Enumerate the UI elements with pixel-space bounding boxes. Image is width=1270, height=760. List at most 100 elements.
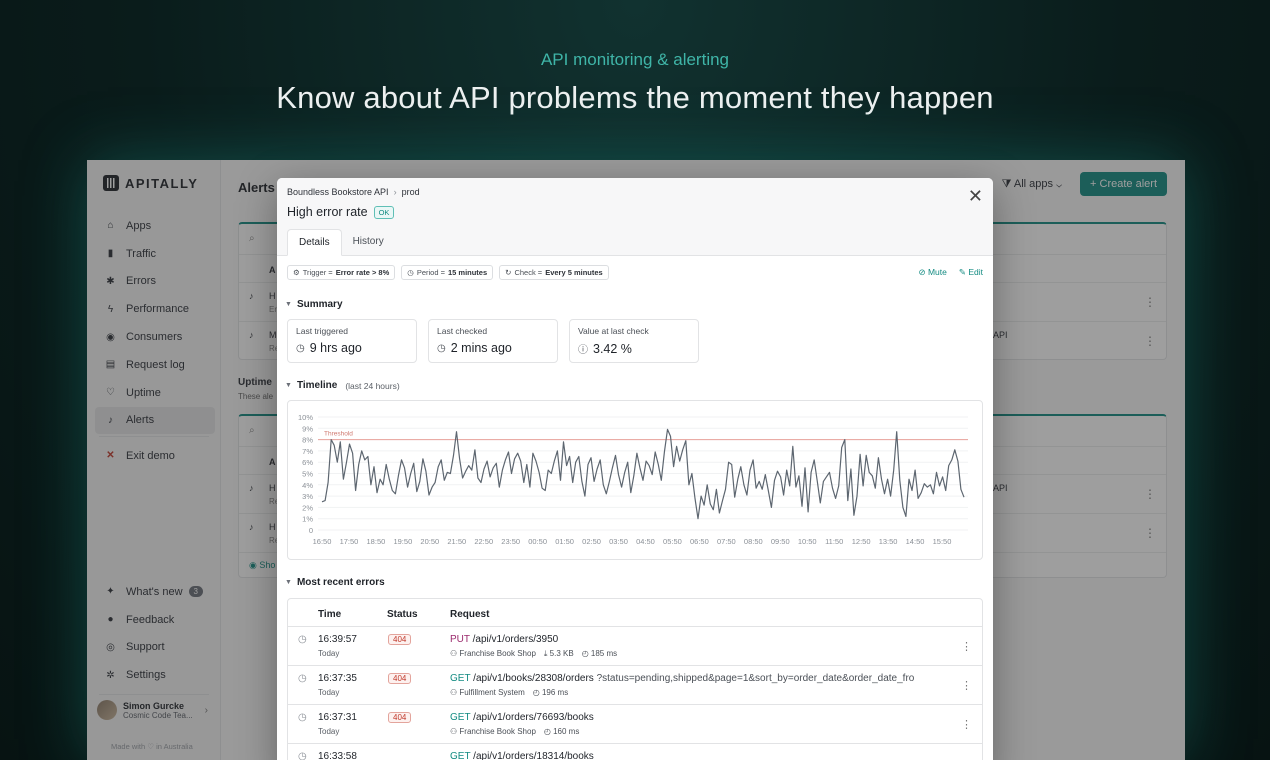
request-line: GET /api/v1/orders/18314/books xyxy=(450,751,950,760)
stat-last-checked: Last checked ◷ 2 mins ago xyxy=(428,319,558,363)
error-day: Today xyxy=(318,688,340,697)
table-row[interactable]: ◷ 16:37:35 Today 404 GET /api/v1/books/2… xyxy=(288,666,982,705)
request-meta: ⚇ Fulfillment System ◴ 196 ms xyxy=(450,688,568,697)
alert-detail-modal: Boundless Bookstore API › prod High erro… xyxy=(277,178,993,760)
pill-value: Error rate > 8% xyxy=(335,268,390,277)
error-time: 16:37:31 xyxy=(318,712,357,723)
timer-icon: ◴ xyxy=(543,727,554,736)
x-tick-label: 05:50 xyxy=(663,537,682,546)
y-tick-label: 3% xyxy=(302,492,313,501)
x-tick-label: 18:50 xyxy=(367,537,386,546)
tab-bar: Details History xyxy=(287,229,395,256)
y-tick-label: 7% xyxy=(302,447,313,456)
error-time: 16:39:57 xyxy=(318,634,357,645)
clock-icon: ◷ xyxy=(298,634,307,645)
alert-config-pills: ⚙ Trigger = Error rate > 8% ◷ Period = 15 mi… xyxy=(287,265,609,280)
consumer-name: Fulfillment System xyxy=(459,688,525,697)
y-tick-label: 9% xyxy=(302,424,313,433)
summary-section-toggle[interactable]: ▼ Summary xyxy=(285,299,343,310)
x-tick-label: 16:50 xyxy=(313,537,332,546)
breadcrumb-env: prod xyxy=(401,187,420,197)
pill-value: Every 5 minutes xyxy=(545,268,603,277)
x-tick-label: 02:50 xyxy=(582,537,601,546)
modal-actions: ⊘ Mute ✎ Edit xyxy=(918,267,983,278)
response-time: 185 ms xyxy=(590,649,618,658)
x-tick-label: 17:50 xyxy=(340,537,359,546)
x-tick-label: 13:50 xyxy=(879,537,898,546)
caret-down-icon: ▼ xyxy=(285,579,292,586)
mute-label: Mute xyxy=(927,267,947,277)
table-row[interactable]: ◷ 16:39:57 Today 404 PUT /api/v1/orders/… xyxy=(288,627,982,666)
clock-icon: ◷ xyxy=(296,342,305,354)
timeline-section-toggle[interactable]: ▼ Timeline (last 24 hours) xyxy=(285,380,400,391)
info-icon: ⓘ xyxy=(578,345,588,356)
request-path: /api/v1/orders/76693/books xyxy=(473,712,594,723)
request-line: GET /api/v1/books/28308/orders ?status=p… xyxy=(450,673,950,684)
x-tick-label: 11:50 xyxy=(825,537,843,546)
error-time: 16:33:58 xyxy=(318,751,357,760)
clock-icon: ◷ xyxy=(298,673,307,684)
tab-history[interactable]: History xyxy=(342,229,395,256)
stat-value: 3.42 % xyxy=(593,341,632,356)
response-time: 160 ms xyxy=(553,727,580,736)
stat-label: Last triggered xyxy=(296,326,348,336)
timeline-chart-container: 0 1% 2% 3% 4% 5% 6% 7% 8% 9% 10% 16:50 17:50 18:50 19:… xyxy=(287,400,983,560)
request-path: /api/v1/orders/3950 xyxy=(472,634,559,645)
stat-label: Value at last check xyxy=(578,326,649,336)
y-tick-label: 10% xyxy=(298,413,313,422)
timeline-heading: Timeline xyxy=(296,380,338,391)
settings-icon: ⚙ xyxy=(293,268,300,277)
hero-title: Know about API problems the moment they … xyxy=(276,80,994,115)
pill-label: Trigger = xyxy=(302,268,333,277)
more-icon[interactable]: ⋮ xyxy=(961,679,972,692)
x-tick-label: 01:50 xyxy=(555,537,574,546)
consumer-name: Franchise Book Shop xyxy=(459,649,536,658)
error-day: Today xyxy=(318,727,340,736)
x-tick-label: 15:50 xyxy=(933,537,952,546)
x-tick-label: 03:50 xyxy=(609,537,628,546)
pill-label: Period = xyxy=(416,268,445,277)
table-row[interactable]: ◷ 16:33:58 GET /api/v1/orders/18314/book… xyxy=(288,744,982,760)
x-tick-label: 19:50 xyxy=(393,537,412,546)
edit-button[interactable]: ✎ Edit xyxy=(959,267,983,278)
pill-label: Check = xyxy=(514,268,543,277)
timer-icon: ◴ xyxy=(581,649,591,658)
response-size: 5.3 KB xyxy=(549,649,574,658)
check-pill: ↻ Check = Every 5 minutes xyxy=(499,265,609,280)
table-row[interactable]: ◷ 16:37:31 Today 404 GET /api/v1/orders/… xyxy=(288,705,982,744)
x-tick-label: 10:50 xyxy=(798,537,817,546)
error-rate-line xyxy=(321,428,965,520)
more-icon[interactable]: ⋮ xyxy=(961,640,972,653)
tab-details[interactable]: Details xyxy=(287,229,342,256)
caret-down-icon: ▼ xyxy=(285,301,292,308)
request-path: /api/v1/books/28308/orders xyxy=(473,673,594,684)
consumer-name: Franchise Book Shop xyxy=(459,727,536,736)
request-line: GET /api/v1/orders/76693/books xyxy=(450,712,950,723)
x-tick-label: 04:50 xyxy=(636,537,655,546)
errors-table: Time Status Request ◷ 16:39:57 Today 404… xyxy=(287,598,983,760)
http-method: GET xyxy=(450,673,471,684)
x-tick-label: 20:50 xyxy=(420,537,439,546)
timeline-chart: 0 1% 2% 3% 4% 5% 6% 7% 8% 9% 10% 16:50 17:50 18:50 19:… xyxy=(298,413,968,546)
more-icon[interactable]: ⋮ xyxy=(961,718,972,731)
y-tick-label: 8% xyxy=(302,436,313,445)
status-badge: 404 xyxy=(388,673,412,684)
http-method: PUT xyxy=(450,634,470,645)
breadcrumb-app[interactable]: Boundless Bookstore API xyxy=(287,187,389,197)
errors-section-toggle[interactable]: ▼ Most recent errors xyxy=(285,577,385,588)
clock-icon: ◷ xyxy=(407,268,414,277)
trigger-pill: ⚙ Trigger = Error rate > 8% xyxy=(287,265,396,280)
mute-button[interactable]: ⊘ Mute xyxy=(918,267,946,278)
x-tick-label: 23:50 xyxy=(501,537,520,546)
y-tick-label: 6% xyxy=(302,458,313,467)
breadcrumb: Boundless Bookstore API › prod xyxy=(287,187,420,197)
column-header-time: Time xyxy=(318,609,342,620)
close-icon[interactable]: ✕ xyxy=(968,186,983,207)
request-line: PUT /api/v1/orders/3950 xyxy=(450,634,950,645)
errors-heading: Most recent errors xyxy=(296,577,385,588)
alert-name: High error rate xyxy=(287,205,368,219)
request-query: ?status=pending,shipped&page=1&sort_by=o… xyxy=(596,673,915,684)
x-tick-label: 07:50 xyxy=(717,537,736,546)
stat-value: 2 mins ago xyxy=(450,341,512,355)
x-tick-label: 12:50 xyxy=(852,537,871,546)
